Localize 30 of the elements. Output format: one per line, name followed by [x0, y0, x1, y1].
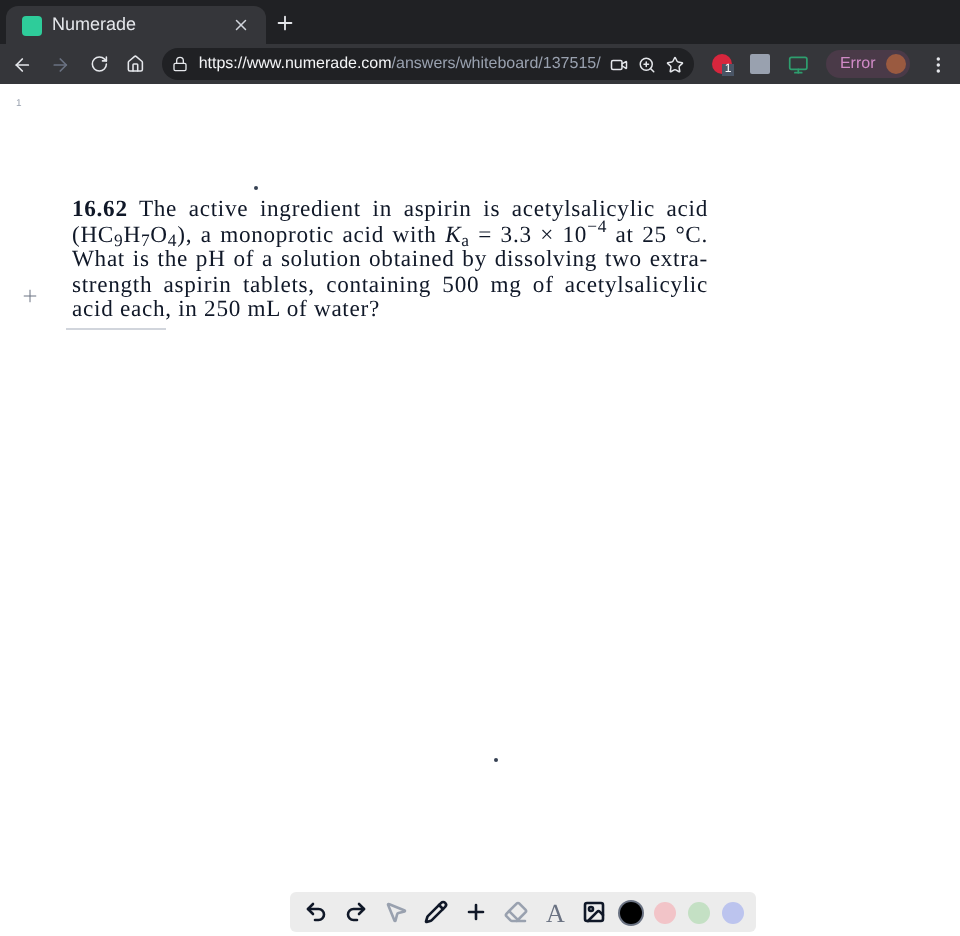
address-bar[interactable]: https://www.numerade.com/answers/whiteboard/137515/: [162, 48, 695, 80]
back-icon[interactable]: [12, 53, 33, 75]
color-swatch[interactable]: [688, 901, 711, 923]
new-tab-icon[interactable]: [274, 12, 296, 34]
reload-icon[interactable]: [89, 54, 108, 74]
forward-icon[interactable]: [50, 53, 72, 75]
close-icon[interactable]: [232, 16, 250, 34]
redo-tool[interactable]: [342, 898, 370, 926]
color-swatch[interactable]: [654, 901, 677, 923]
underline-mark: [66, 328, 166, 330]
pen-tool[interactable]: [422, 898, 450, 926]
undo-tool[interactable]: [302, 898, 330, 926]
lock-icon: [172, 56, 189, 72]
monitor-icon[interactable]: [787, 53, 808, 75]
url-text: https://www.numerade.com/answers/whiteboard/137515/: [198, 52, 601, 76]
zoom-icon[interactable]: [638, 55, 657, 73]
tab-title: Numerade: [52, 11, 139, 38]
site-icon: [22, 15, 42, 35]
crosshair-icon: [20, 286, 40, 306]
avatar-icon: [885, 54, 906, 74]
image-tool[interactable]: [580, 898, 609, 926]
color-swatch[interactable]: [620, 901, 643, 923]
browser-tab[interactable]: Numerade: [6, 6, 266, 44]
problem-text: 16.62 The active ingredient in aspirin is acetylsalicylic acid (HC$_{9}$H$_{7}$O$_{4}$), a monoprotic acid with K$_{a}$ = 3.3 × 10$^{−4}$ at 25 °C. What is the pH of a solution obtained by dissolving two extra-strength aspirin tablets, containing 500 mg of acetylsalicylic acid each, in 250 mL of water?: [72, 198, 708, 324]
home-icon[interactable]: [125, 54, 145, 74]
plus-tool[interactable]: [462, 898, 490, 926]
star-icon[interactable]: [666, 55, 685, 73]
color-swatch[interactable]: [722, 901, 745, 923]
camera-icon[interactable]: [610, 55, 629, 73]
profile-button[interactable]: Error: [825, 50, 910, 78]
